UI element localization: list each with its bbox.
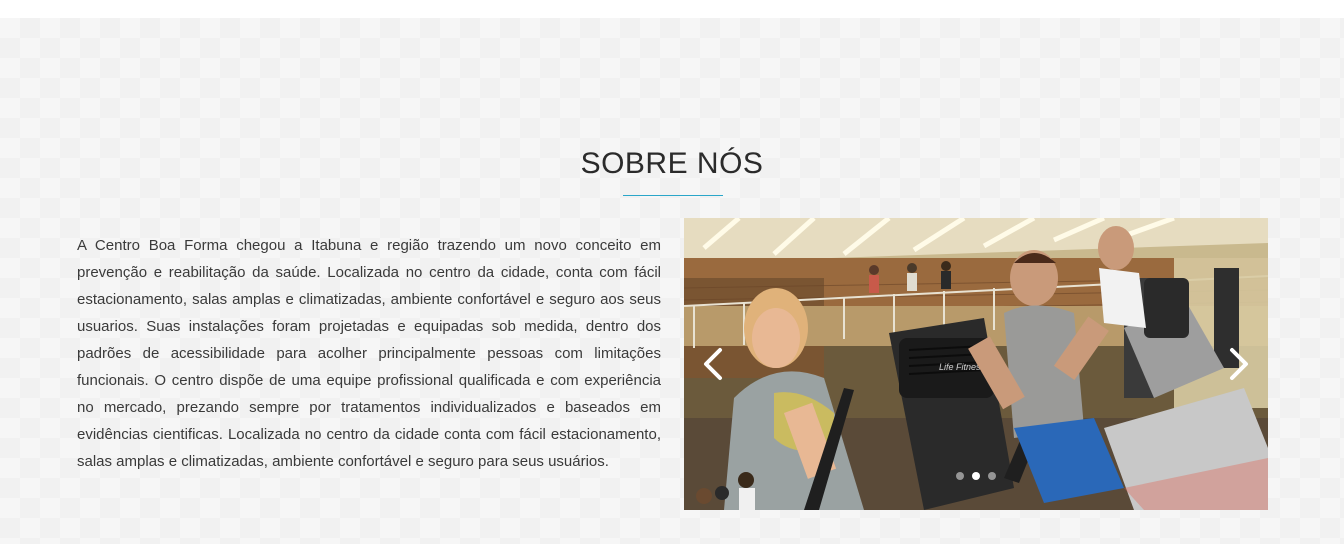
title-underline	[623, 195, 723, 196]
carousel-next-button[interactable]	[1224, 346, 1254, 382]
carousel-prev-button[interactable]	[698, 346, 728, 382]
about-section: SOBRE NÓS A Centro Boa Forma chegou a It…	[0, 18, 1344, 544]
chevron-right-icon	[1230, 348, 1248, 380]
carousel-indicator-2[interactable]	[972, 472, 980, 480]
top-bar	[0, 0, 1344, 18]
gym-photo: Life Fitness	[684, 218, 1268, 510]
carousel-indicator-3[interactable]	[988, 472, 996, 480]
about-paragraph: A Centro Boa Forma chegou a Itabuna e re…	[77, 237, 661, 470]
chevron-left-icon	[704, 348, 722, 380]
image-carousel[interactable]: Life Fitness	[684, 218, 1268, 510]
carousel-indicators	[684, 472, 1268, 480]
carousel-indicator-1[interactable]	[956, 472, 964, 480]
section-title: SOBRE NÓS	[580, 147, 764, 180]
